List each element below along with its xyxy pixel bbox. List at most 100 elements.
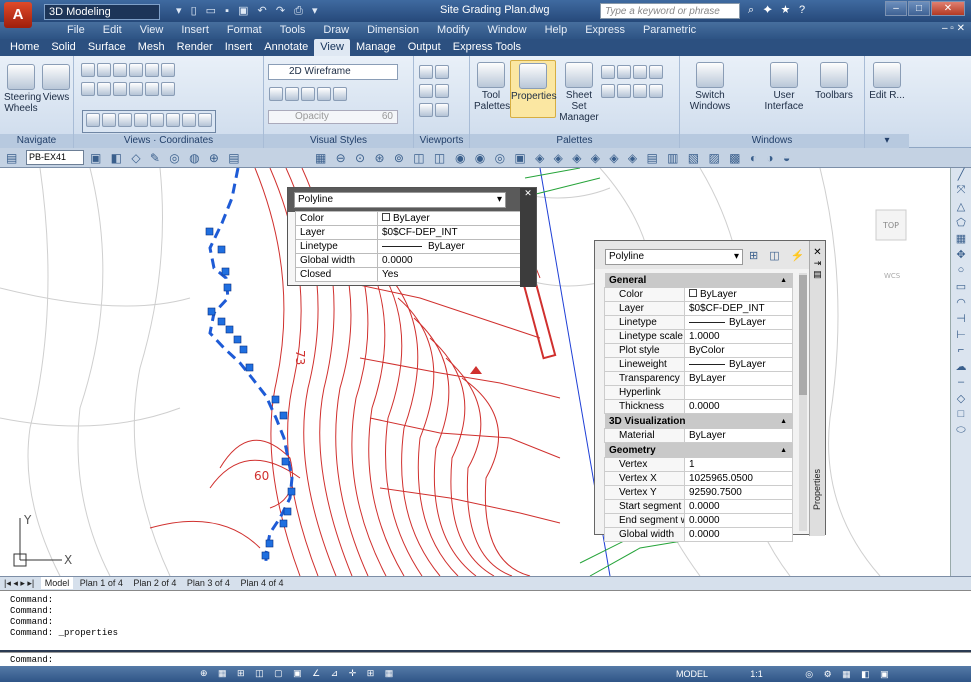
tab-annotate[interactable]: Annotate: [258, 39, 314, 56]
tab-model[interactable]: Model: [40, 577, 74, 589]
opacity-field[interactable]: Opacity 60: [268, 110, 398, 124]
quick-access-toolbar[interactable]: ▾ ▯ ▭ ▪ ▣ ↶ ↷ ⎙ ▾: [176, 4, 320, 18]
tab-manage[interactable]: Manage: [350, 39, 402, 56]
search-input[interactable]: Type a keyword or phrase: [600, 3, 740, 19]
annotation-scale[interactable]: 1:1: [750, 669, 763, 679]
qp-global-width-value[interactable]: 0.0000: [377, 253, 522, 268]
sheet-set-manager-button[interactable]: Sheet Set Manager: [558, 62, 600, 123]
properties-object-dropdown[interactable]: Polyline: [605, 249, 743, 265]
views-button[interactable]: Views: [40, 64, 72, 103]
layer-tools[interactable]: ▣ ◧ ◇ ✎ ◎ ◍ ⊕ ▤: [90, 151, 243, 165]
tab-layout[interactable]: Plan 4 of 4: [236, 577, 287, 589]
tab-output[interactable]: Output: [402, 39, 447, 56]
layer-dropdown[interactable]: PB-EX41: [26, 150, 84, 165]
object-type-dropdown[interactable]: Polyline: [294, 192, 506, 208]
drafting-toggles[interactable]: ⊕ ▦ ⊞ ◫ ▢ ▣ ∠ ⊿ ✛ ⊞ ▦: [200, 668, 397, 679]
tab-solid[interactable]: Solid: [45, 39, 81, 56]
qp-closed-value[interactable]: Yes: [377, 267, 522, 282]
arc-icon[interactable]: ◠: [951, 296, 971, 312]
qp-linetype-value[interactable]: ByLayer: [377, 239, 522, 254]
maximize-button[interactable]: □: [908, 1, 930, 16]
circle-icon[interactable]: ○: [951, 264, 971, 280]
visual-style-tools[interactable]: [268, 86, 348, 105]
autohide-icon[interactable]: ⇥: [810, 258, 825, 269]
edit-reference-button[interactable]: Edit R...: [869, 62, 905, 101]
shape-icon[interactable]: ◇: [951, 392, 971, 408]
selection-tools[interactable]: ⊞ ◫ ⚡: [749, 249, 808, 262]
tab-home[interactable]: Home: [4, 39, 45, 56]
menu-file[interactable]: File: [58, 22, 94, 39]
tab-surface[interactable]: Surface: [82, 39, 132, 56]
infocenter-icons[interactable]: ⌕ ✦ ★ ?: [748, 4, 808, 17]
tab-express-tools[interactable]: Express Tools: [447, 39, 527, 56]
model-space-toggle[interactable]: MODEL: [676, 669, 708, 679]
menu-express[interactable]: Express: [576, 22, 634, 39]
menu-modify[interactable]: Modify: [428, 22, 478, 39]
rectangle-icon[interactable]: ▭: [951, 280, 971, 296]
square-icon[interactable]: □: [951, 408, 971, 424]
user-interface-button[interactable]: User Interface: [760, 62, 808, 112]
layer-icon[interactable]: ▤: [6, 151, 17, 165]
switch-windows-button[interactable]: Switch Windows: [688, 62, 732, 112]
menu-view[interactable]: View: [131, 22, 173, 39]
menu-dimension[interactable]: Dimension: [358, 22, 428, 39]
line-icon[interactable]: ╱: [951, 168, 971, 184]
menu-help[interactable]: Help: [536, 22, 577, 39]
toolbars-button[interactable]: Toolbars: [810, 62, 858, 101]
ucs-tools[interactable]: [80, 62, 176, 100]
menu-format[interactable]: Format: [218, 22, 271, 39]
close-icon[interactable]: ✕: [810, 247, 825, 258]
tab-render[interactable]: Render: [171, 39, 219, 56]
menu-parametric[interactable]: Parametric: [634, 22, 705, 39]
quick-properties-close-strip[interactable]: ✕: [520, 188, 536, 287]
tab-insert[interactable]: Insert: [219, 39, 259, 56]
minus-icon[interactable]: –: [951, 376, 971, 392]
minimize-button[interactable]: –: [885, 1, 907, 16]
menu-insert[interactable]: Insert: [172, 22, 218, 39]
polygon-icon[interactable]: ⬠: [951, 216, 971, 232]
dimension-tools[interactable]: ◉ ◉ ◎ ▣ ◈ ◈ ◈ ◈ ◈ ◈ ▤ ▥ ▧ ▨ ▩ ◐ ◑ ◒: [455, 151, 793, 165]
floating-ucs-toolbar[interactable]: [82, 110, 216, 133]
extend-icon[interactable]: ⊢: [951, 328, 971, 344]
viewport-tools[interactable]: [418, 64, 450, 121]
view-tools[interactable]: ▦ ⊖ ⊙ ⊛ ⊚ ◫ ◫: [315, 151, 448, 165]
menu-draw[interactable]: Draw: [314, 22, 358, 39]
tab-mesh[interactable]: Mesh: [132, 39, 171, 56]
close-button[interactable]: ✕: [931, 1, 965, 16]
section-general[interactable]: General: [605, 273, 793, 288]
tab-view[interactable]: View: [314, 39, 350, 56]
tab-layout[interactable]: Plan 3 of 4: [183, 577, 234, 589]
properties-button[interactable]: Properties: [510, 60, 557, 118]
workspace-dropdown[interactable]: 3D Modeling: [44, 4, 160, 20]
cloud-icon[interactable]: ☁: [951, 360, 971, 376]
trim-icon[interactable]: ⊣: [951, 312, 971, 328]
mdi-controls[interactable]: – ▫ ✕: [942, 23, 965, 34]
status-tray-icons[interactable]: ◎ ⚙ ▦ ◧ ▣: [805, 669, 892, 679]
qp-layer-value[interactable]: $0$CF-DEP_INT: [377, 225, 522, 240]
corner-icon[interactable]: ⌐: [951, 344, 971, 360]
palette-options-icon[interactable]: ▤: [810, 269, 825, 280]
menu-edit[interactable]: Edit: [94, 22, 131, 39]
visual-style-dropdown[interactable]: 2D Wireframe: [268, 64, 398, 80]
layout-nav[interactable]: |◂ ◂ ▸ ▸|: [0, 577, 38, 590]
ellipse-icon[interactable]: ⬭: [951, 424, 971, 440]
qp-color-value[interactable]: ByLayer: [377, 211, 522, 226]
tab-layout[interactable]: Plan 1 of 4: [76, 577, 127, 589]
properties-scrollbar[interactable]: [799, 273, 807, 531]
grid-icon[interactable]: ▦: [951, 232, 971, 248]
command-input[interactable]: Command:: [0, 652, 971, 666]
viewcube[interactable]: TOP WCS: [875, 209, 907, 280]
section-3d-visualization[interactable]: 3D Visualization: [605, 414, 793, 429]
menu-window[interactable]: Window: [478, 22, 535, 39]
section-geometry[interactable]: Geometry: [605, 443, 793, 458]
menu-tools[interactable]: Tools: [271, 22, 315, 39]
construction-line-icon[interactable]: ⤧: [951, 184, 971, 200]
palette-tools[interactable]: [600, 64, 664, 102]
edit-panel: Edit R... ▾: [865, 56, 909, 148]
application-menu-button[interactable]: A: [4, 2, 32, 28]
tool-palettes-button[interactable]: Tool Palettes: [474, 62, 510, 112]
triangle-icon[interactable]: △: [951, 200, 971, 216]
tab-layout[interactable]: Plan 2 of 4: [129, 577, 180, 589]
move-icon[interactable]: ✥: [951, 248, 971, 264]
steering-wheels-button[interactable]: Steering Wheels: [4, 64, 41, 114]
